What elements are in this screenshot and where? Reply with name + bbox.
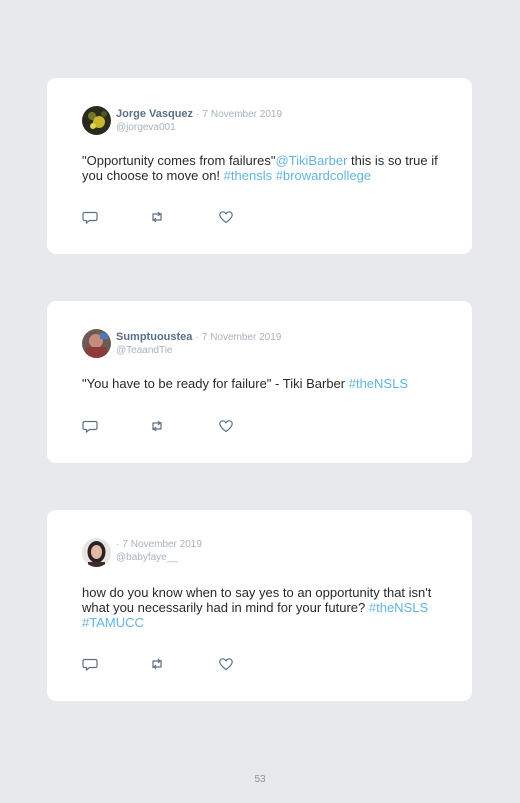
separator: · (195, 332, 199, 343)
tweet-card: · 7 November 2019 @babyfaye__ how do you… (47, 510, 472, 701)
tweet-header: Sumptuoustea · 7 November 2019 @TeaandTi… (116, 331, 281, 357)
heart-icon[interactable] (218, 418, 234, 434)
avatar[interactable] (82, 329, 111, 358)
separator: · (196, 109, 200, 120)
hashtag-link[interactable]: #theNSLS (349, 376, 408, 391)
tweet-text: how do you know when to say yes to an op… (82, 585, 444, 630)
avatar[interactable] (82, 106, 111, 135)
tweet-text: "You have to be ready for failure" - Tik… (82, 376, 444, 391)
author-handle[interactable]: @babyfaye__ (116, 551, 202, 564)
tweet-header: Jorge Vasquez · 7 November 2019 @jorgeva… (116, 108, 282, 134)
hashtag-link[interactable]: #theNSLS (369, 600, 428, 615)
author-name[interactable]: Sumptuoustea (116, 331, 192, 343)
author-name[interactable]: Jorge Vasquez (116, 108, 193, 120)
mention-link[interactable]: @TikiBarber (275, 153, 347, 168)
separator: · (116, 539, 120, 550)
tweet-date[interactable]: 7 November 2019 (202, 332, 282, 343)
reply-icon[interactable] (82, 418, 98, 434)
tweet-actions (82, 656, 242, 672)
avatar[interactable] (82, 538, 111, 567)
text-segment: "You have to be ready for failure" - Tik… (82, 376, 349, 391)
tweet-text: "Opportunity comes from failures"@TikiBa… (82, 153, 444, 183)
tweet-actions (82, 209, 242, 225)
tweet-actions (82, 418, 242, 434)
author-handle[interactable]: @jorgeva001 (116, 121, 282, 134)
hashtag-link[interactable]: #thensls (224, 168, 272, 183)
hashtag-link[interactable]: #TAMUCC (82, 615, 144, 630)
retweet-icon[interactable] (149, 656, 165, 672)
reply-icon[interactable] (82, 656, 98, 672)
text-segment: "Opportunity comes from failures" (82, 153, 276, 168)
reply-icon[interactable] (82, 209, 98, 225)
retweet-icon[interactable] (149, 209, 165, 225)
tweet-date[interactable]: 7 November 2019 (203, 109, 283, 120)
tweet-card: Sumptuoustea · 7 November 2019 @TeaandTi… (47, 301, 472, 463)
page-number: 53 (254, 774, 266, 785)
heart-icon[interactable] (218, 656, 234, 672)
tweet-card: Jorge Vasquez · 7 November 2019 @jorgeva… (47, 78, 472, 254)
tweet-date[interactable]: 7 November 2019 (122, 539, 202, 550)
hashtag-link[interactable]: #browardcollege (276, 168, 371, 183)
heart-icon[interactable] (218, 209, 234, 225)
retweet-icon[interactable] (149, 418, 165, 434)
tweet-header: · 7 November 2019 @babyfaye__ (116, 538, 202, 564)
author-handle[interactable]: @TeaandTie (116, 344, 281, 357)
